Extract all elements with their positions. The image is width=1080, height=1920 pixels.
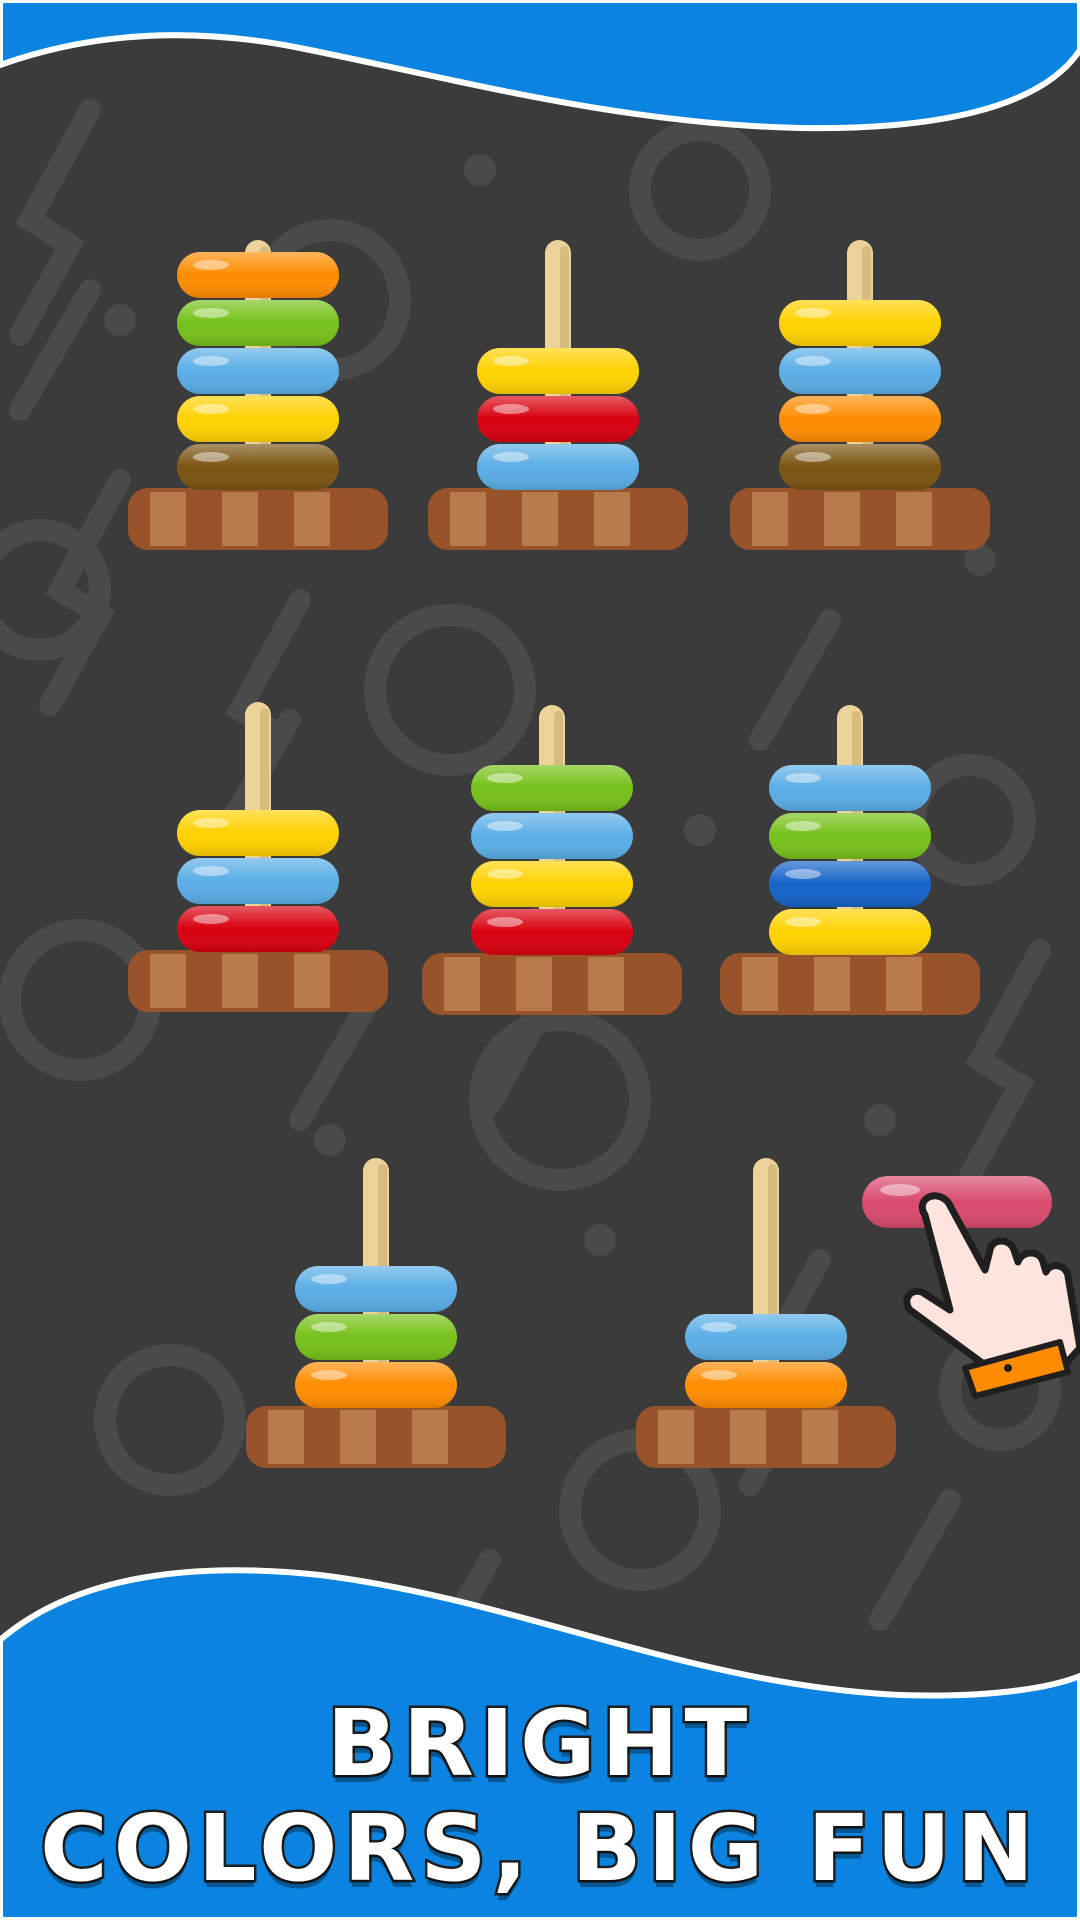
tower-base bbox=[246, 1406, 506, 1468]
ring-green[interactable] bbox=[769, 813, 931, 859]
ring-yellow[interactable] bbox=[177, 810, 339, 856]
tower-1[interactable] bbox=[128, 240, 388, 550]
ring-light-blue[interactable] bbox=[779, 348, 941, 394]
ring-red[interactable] bbox=[477, 396, 639, 442]
top-banner bbox=[0, 0, 1080, 132]
ring-light-blue[interactable] bbox=[295, 1266, 457, 1312]
ring-orange[interactable] bbox=[295, 1362, 457, 1408]
ring-yellow[interactable] bbox=[177, 396, 339, 442]
tower-3[interactable] bbox=[730, 240, 990, 550]
ring-yellow[interactable] bbox=[471, 861, 633, 907]
tower-base bbox=[128, 488, 388, 550]
ring-red[interactable] bbox=[177, 906, 339, 952]
ring-blue[interactable] bbox=[769, 861, 931, 907]
game-scene bbox=[0, 0, 1080, 1920]
tower-2[interactable] bbox=[428, 240, 688, 550]
ring-light-blue[interactable] bbox=[685, 1314, 847, 1360]
ring-yellow[interactable] bbox=[779, 300, 941, 346]
ring-light-blue[interactable] bbox=[471, 813, 633, 859]
ring-light-blue[interactable] bbox=[477, 444, 639, 490]
tower-5[interactable] bbox=[422, 705, 682, 1015]
tower-board bbox=[128, 240, 990, 1468]
ring-red[interactable] bbox=[471, 909, 633, 955]
tower-base bbox=[730, 488, 990, 550]
ring-orange[interactable] bbox=[685, 1362, 847, 1408]
ring-brown[interactable] bbox=[177, 444, 339, 490]
tower-7[interactable] bbox=[246, 1158, 506, 1468]
tower-base bbox=[422, 953, 682, 1015]
tower-base bbox=[720, 953, 980, 1015]
tower-base bbox=[428, 488, 688, 550]
ring-yellow[interactable] bbox=[769, 909, 931, 955]
caption-line-2: COLORS, BIG FUN bbox=[38, 1793, 1040, 1905]
ring-brown[interactable] bbox=[779, 444, 941, 490]
ring-light-blue[interactable] bbox=[177, 348, 339, 394]
caption-line-1: BRIGHT bbox=[324, 1688, 754, 1800]
ring-light-blue[interactable] bbox=[769, 765, 931, 811]
ring-green[interactable] bbox=[295, 1314, 457, 1360]
ring-orange[interactable] bbox=[177, 252, 339, 298]
ring-green[interactable] bbox=[177, 300, 339, 346]
ring-green[interactable] bbox=[471, 765, 633, 811]
ring-orange[interactable] bbox=[779, 396, 941, 442]
ring-light-blue[interactable] bbox=[177, 858, 339, 904]
tower-base bbox=[636, 1406, 896, 1468]
tower-4[interactable] bbox=[128, 702, 388, 1012]
tower-8[interactable] bbox=[636, 1158, 896, 1468]
tower-base bbox=[128, 950, 388, 1012]
ring-yellow[interactable] bbox=[477, 348, 639, 394]
